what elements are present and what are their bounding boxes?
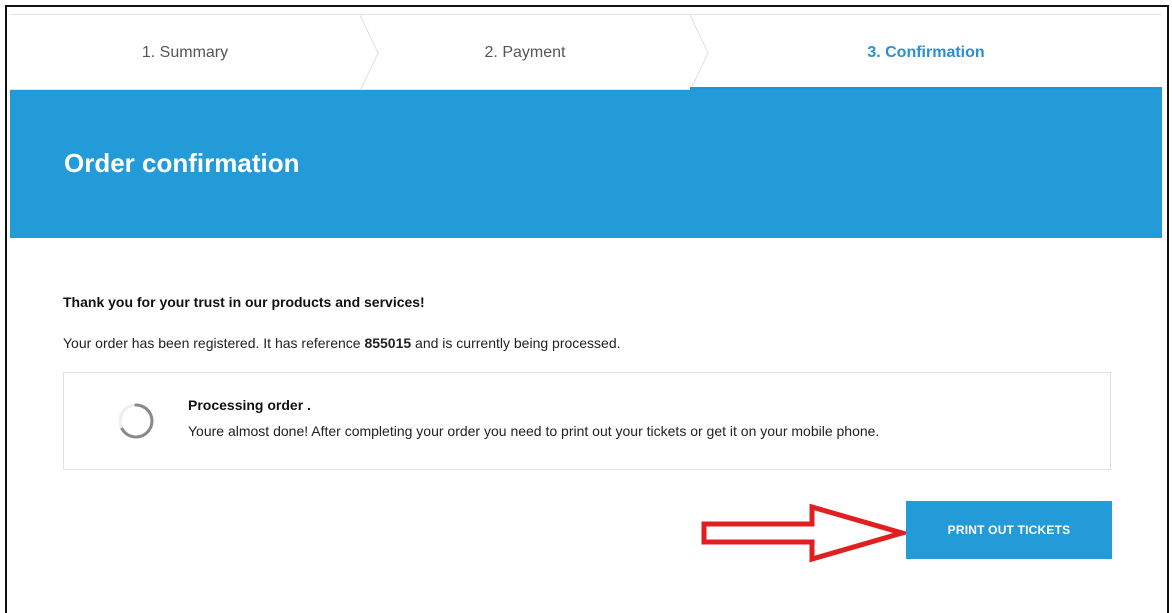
step-confirmation[interactable]: 3. Confirmation [690, 15, 1162, 91]
page-title: Order confirmation [64, 148, 300, 178]
print-tickets-button[interactable]: PRINT OUT TICKETS [906, 501, 1112, 559]
step-summary[interactable]: 1. Summary [10, 15, 360, 91]
reg-suffix: and is currently being processed. [411, 335, 621, 351]
confirmation-header: Order confirmation [10, 90, 1162, 238]
processing-panel: Processing order . Youre almost done! Af… [63, 372, 1111, 470]
processing-title: Processing order . [188, 397, 311, 413]
order-registered-message: Your order has been registered. It has r… [63, 335, 621, 351]
checkout-steps: 1. Summary 2. Payment 3. Confirmation [10, 14, 1162, 91]
processing-text: Youre almost done! After completing your… [188, 423, 880, 439]
spinner-icon [118, 403, 154, 439]
thank-you-message: Thank you for your trust in our products… [63, 294, 425, 310]
reg-prefix: Your order has been registered. It has r… [63, 335, 365, 351]
order-reference: 855015 [364, 335, 412, 351]
step-payment[interactable]: 2. Payment [360, 15, 690, 91]
arrow-annotation-icon [701, 503, 906, 563]
